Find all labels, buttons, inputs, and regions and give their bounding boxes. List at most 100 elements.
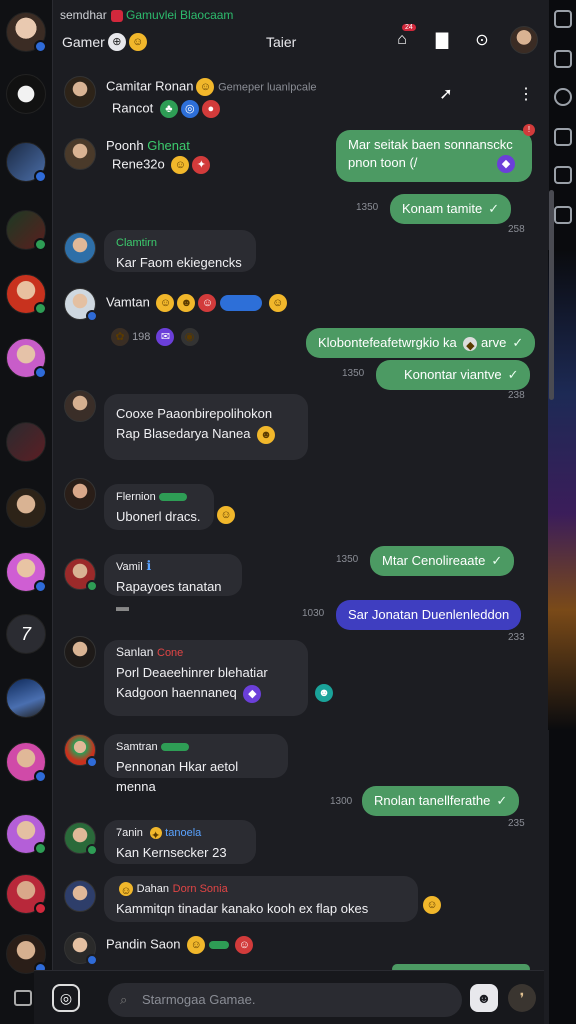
outgoing-message[interactable]: Klobontefeafetwrgkio ka ◆ arve ✓ [306,328,536,358]
incoming-message[interactable]: Flernion Ubonerl dracs. [104,484,214,530]
grin-emoji-icon: ☺ [156,294,175,312]
outgoing-message[interactable]: Konontar viantve ✓ [376,360,531,390]
avatar[interactable] [64,822,98,856]
tag-pill [159,492,188,501]
rail-ghost-avatar[interactable] [6,74,46,114]
camera-icon[interactable]: ◎ [52,984,80,1012]
rail-planet-avatar[interactable] [6,678,46,718]
incoming-message[interactable]: Clamtirn Kar Faom ekiegencks [104,230,256,272]
status-dot [34,302,47,315]
avatar[interactable] [64,390,96,422]
rail-pink3-avatar[interactable] [6,814,47,855]
rail-red2-avatar[interactable] [6,742,47,783]
rail-dark-avatar[interactable] [6,422,46,462]
rail-green-avatar[interactable] [6,210,47,251]
avatar[interactable] [64,138,96,170]
timestamp: 1350 [336,554,359,565]
left-rail: 7 [0,0,52,1024]
header-avatar[interactable] [510,26,538,54]
sender-name: Sanlan [116,645,154,659]
timestamp: 1350 [342,368,365,379]
incoming-message[interactable]: ☺ Dahan Dorn Sonia Kammitqn tinadar kanak… [104,876,418,922]
status-dot [34,170,47,183]
notification-badge: 24 [402,24,416,31]
outgoing-message[interactable]: Konam tamite ✓ [390,194,512,224]
incoming-message[interactable]: Sanlan Cone Porl Deaeehinrer blehatiar Kad… [104,640,308,716]
rail-red-avatar[interactable] [6,274,47,315]
laugh-emoji-icon: ☻ [257,425,276,444]
rail-red4-avatar[interactable] [6,874,47,915]
input-placeholder: Starmogaa Gamae. [142,992,256,1007]
message-sub-line: Rancot ♣ ◎ ● [112,100,220,118]
timestamp: 1030 [302,608,325,619]
folder-icon[interactable]: ▇ [430,28,454,52]
sender-name: Dahan [136,883,170,895]
page-title: Gamer [62,34,105,50]
status-dot [34,40,47,53]
message-text: Kammitqn tinadar kanako kooh ex flap oke… [116,901,369,916]
rail-logo-avatar[interactable]: 7 [6,614,46,654]
avatar[interactable] [64,288,98,322]
tag-pill [208,941,229,949]
message-sender-line: Poonh Ghenat [106,138,190,153]
close-icon[interactable] [554,10,572,28]
incoming-message[interactable]: Samtran Pennonan Hkar aetol menna [104,734,288,794]
list-icon[interactable] [554,166,572,184]
rail-pink-avatar[interactable] [6,338,47,379]
message-text: Rene32o [112,156,165,172]
avatar[interactable] [64,734,98,768]
read-check-icon: ✓ [507,367,519,382]
sender-tag: tanoela [165,827,202,839]
avatar[interactable] [64,636,96,668]
sender-tag: Dorn Sonia [172,883,228,895]
rail-user-avatar[interactable] [6,12,47,53]
rail-pink2-avatar[interactable] [6,552,47,593]
outgoing-message[interactable]: Rnolan tanellferathe ✓ [362,786,520,816]
scrollbar[interactable] [549,190,554,400]
square-icon[interactable] [554,50,572,68]
rail-dark5-avatar[interactable] [6,934,47,975]
bot-emoji-icon: ☻ [315,684,333,702]
incoming-message[interactable]: Cooxe Paaonbirepolihokon Rap Blasedarya N… [104,394,308,460]
avatar[interactable] [64,932,98,966]
message-input[interactable]: ⌕ Starmogaa Gamae. [108,983,462,1017]
reaction-icon: ◉ [180,328,199,346]
sticker-icon[interactable]: ☻ [470,984,498,1012]
status-dot [34,366,47,379]
outgoing-message[interactable]: Mtar Cenolireaate ✓ [370,546,515,576]
search-icon: ⌕ [120,992,128,1007]
smile-emoji-icon: ☺ [187,936,206,954]
avatar[interactable] [64,76,96,108]
outgoing-message[interactable]: Mar seitak baen sonnansckc pnon toon (/ ◆ [336,130,532,182]
menu-icon[interactable] [14,990,32,1006]
message-sender-line: Vamtan ☺ ☻ ☺ ☺ [106,294,287,312]
pointer-icon[interactable]: ➚ [434,82,458,106]
outgoing-message[interactable]: Sar Jonatan Duenlenleddon [336,600,522,630]
smile-emoji-icon: ☺ [217,506,235,524]
avatar[interactable] [64,478,96,510]
shield-icon[interactable] [554,88,572,106]
search-icon[interactable]: ⊙ [470,28,494,52]
incoming-message[interactable]: 7anin ✦ tanoela Kan Kernsecker 23 [104,820,256,864]
message-tail: arve [481,335,507,350]
grid-icon[interactable] [554,206,572,224]
incoming-message[interactable]: Vamil ℹ Rapayoes tanatan ▬ [104,554,242,614]
status-dot [34,842,47,855]
avatar[interactable] [64,232,96,264]
voice-icon[interactable]: ❜ [508,984,536,1012]
avatar[interactable] [64,880,96,912]
badge-pill [220,295,263,311]
rail-elf-avatar[interactable] [6,488,46,528]
read-check-icon: ✓ [512,335,524,350]
message-text: Kadgoon haennaneq [116,685,237,700]
sender-tag-icon: ℹ [146,558,152,573]
home-icon[interactable]: ⌂ [390,28,414,52]
more-options-icon[interactable]: ⋮ [514,82,538,106]
status-left-text: semdhar [60,8,107,22]
message-text: Kan Kernsecker 23 [116,845,227,860]
message-text: Mar seitak baen sonnansckc [348,137,513,152]
panel-icon[interactable] [554,128,572,146]
avatar[interactable] [64,558,98,592]
rail-bird-avatar[interactable] [6,142,47,183]
status-dot [86,310,98,322]
